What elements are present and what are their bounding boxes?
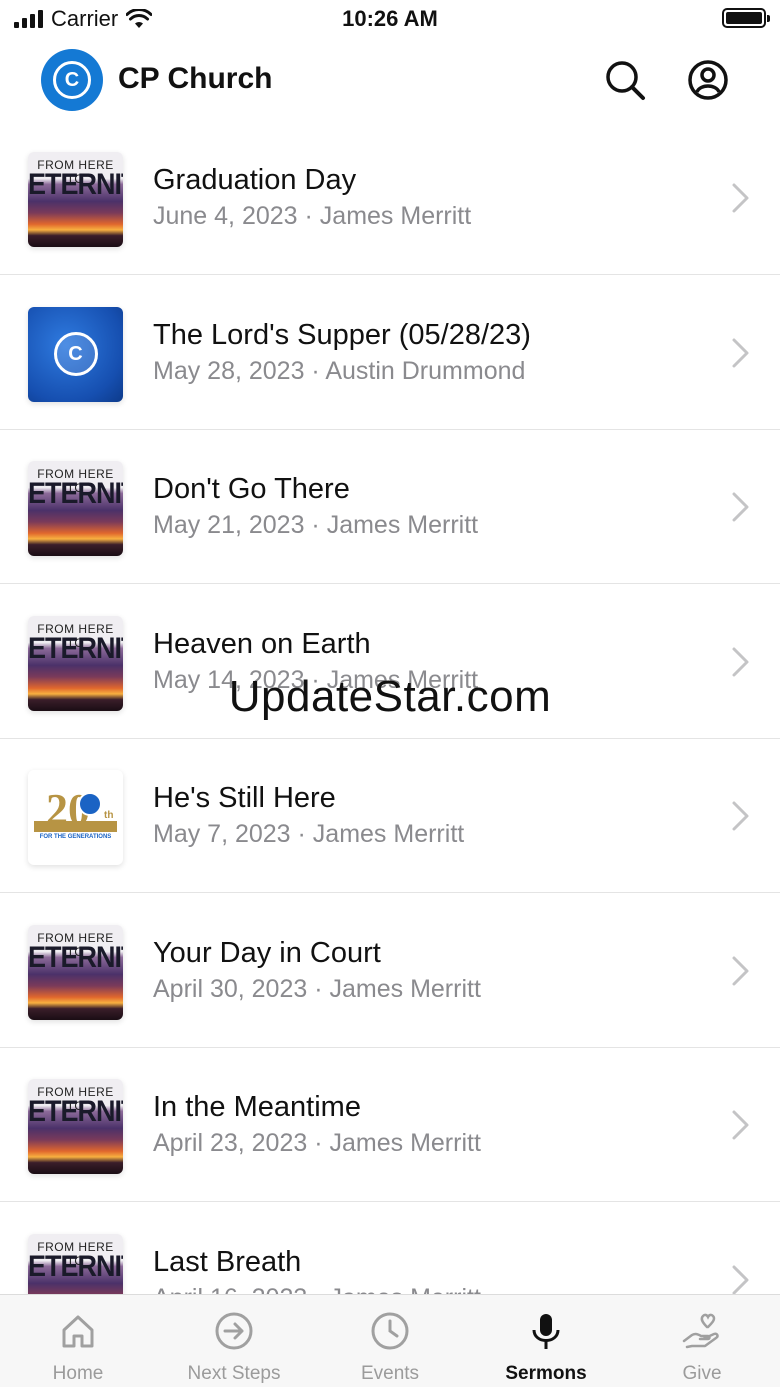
- watermark: UpdateStar.com: [228, 672, 552, 721]
- chevron-right-icon: [732, 956, 749, 985]
- tab-label: Home: [52, 1363, 104, 1384]
- tab-label: Sermons: [505, 1363, 587, 1384]
- chevron-right-icon: [732, 492, 749, 522]
- home-icon: [56, 1309, 100, 1353]
- sermon-title: Graduation Day: [153, 164, 357, 196]
- sermon-row[interactable]: FROM HERE TOETERNITY Last Breath April 16,…: [0, 1202, 780, 1295]
- chevron-right-icon: [732, 1265, 749, 1294]
- artwork-title: ETERNITY: [28, 939, 123, 973]
- chevron-right-icon: [732, 183, 749, 213]
- heart-hand-icon: [680, 1309, 724, 1353]
- artwork-title: ETERNITY: [28, 1094, 123, 1128]
- sermon-artwork: FROM HERE TOETERNITY: [28, 1079, 123, 1174]
- church-logo: C: [41, 49, 103, 111]
- sermon-meta: May 28, 2023 · Austin Drummond: [153, 356, 526, 385]
- logo-mark-icon: C: [53, 61, 91, 99]
- tab-label: Events: [360, 1363, 420, 1384]
- artwork-title: ETERNITY: [28, 1248, 123, 1282]
- sermon-meta: April 23, 2023 · James Merritt: [153, 1129, 481, 1157]
- logo-mark-icon: [78, 792, 102, 816]
- sermon-row[interactable]: FROM HERE TOETERNITY In the Meantime April…: [0, 1047, 780, 1202]
- sermon-title: In the Meantime: [153, 1091, 361, 1123]
- profile-button[interactable]: [686, 58, 730, 102]
- status-time: 10:26 AM: [342, 6, 438, 31]
- sermon-meta: April 16, 2023 · James Merritt: [153, 1284, 481, 1295]
- sermon-artwork: FROM HERE TOETERNITY: [28, 924, 123, 1020]
- sermon-artwork: FROM HERE TOETERNITY: [28, 152, 123, 247]
- tab-events[interactable]: Events: [312, 1295, 468, 1387]
- arrow-circle-icon: [212, 1309, 256, 1353]
- tab-give[interactable]: Give: [624, 1295, 780, 1387]
- app-title: CP Church: [118, 62, 273, 95]
- chevron-right-icon: [732, 801, 749, 831]
- sermon-title: He's Still Here: [153, 782, 336, 814]
- status-bar: Carrier 10:26 AM: [0, 0, 780, 40]
- sermon-meta: May 21, 2023 · James Merritt: [153, 511, 479, 539]
- logo-mark-icon: C: [53, 332, 98, 376]
- tab-label: Next Steps: [187, 1363, 281, 1384]
- sermon-row[interactable]: FROM HERE TOETERNITY Your Day in Court Apr…: [0, 893, 780, 1048]
- sermon-artwork: 20th FOR THE GENERATIONS: [28, 770, 123, 865]
- sermon-artwork: FROM HERE TOETERNITY: [28, 1233, 123, 1294]
- sermon-meta: June 4, 2023 · James Merritt: [153, 202, 472, 230]
- sermon-title: Heaven on Earth: [153, 627, 371, 660]
- chevron-right-icon: [732, 338, 749, 367]
- sermon-title: Your Day in Court: [153, 936, 381, 969]
- search-icon: [606, 61, 645, 100]
- sermon-row[interactable]: 20th FOR THE GENERATIONS He's Still Here Ma…: [0, 738, 780, 893]
- sermon-row[interactable]: FROM HERE TOETERNITY Don't Go There May 21…: [0, 429, 780, 584]
- account-icon: [688, 60, 728, 100]
- tab-next-steps[interactable]: Next Steps: [156, 1295, 312, 1387]
- artwork-title: ETERNITY: [28, 630, 123, 664]
- tab-label: Give: [682, 1363, 722, 1384]
- artwork-title: ETERNITY: [28, 476, 123, 510]
- microphone-icon: [524, 1309, 568, 1353]
- sermon-meta: April 30, 2023 · James Merritt: [153, 974, 481, 1003]
- sermon-artwork: FROM HERE TOETERNITY: [28, 461, 123, 556]
- tab-bar: Home Next Steps Events Sermons Give: [0, 1294, 780, 1387]
- battery-icon: [722, 8, 770, 28]
- sermon-artwork: C: [28, 306, 123, 402]
- artwork-title: ETERNITY: [28, 167, 123, 201]
- anniversary-suffix: th: [104, 810, 114, 821]
- search-button[interactable]: [603, 58, 647, 102]
- sermon-title: The Lord's Supper (05/28/23): [153, 318, 531, 351]
- sermon-title: Last Breath: [153, 1245, 302, 1278]
- sermon-meta: May 7, 2023 · James Merritt: [153, 820, 465, 848]
- tab-sermons[interactable]: Sermons: [468, 1295, 624, 1387]
- chevron-right-icon: [732, 1110, 749, 1140]
- sermon-row[interactable]: C The Lord's Supper (05/28/23) May 28, 202…: [0, 275, 780, 430]
- tab-home[interactable]: Home: [0, 1295, 156, 1387]
- artwork-band: [34, 821, 117, 832]
- app-header: C CP Church: [0, 44, 780, 116]
- sermon-row[interactable]: FROM HERE TOETERNITY Graduation Day June 4…: [0, 120, 780, 275]
- clock-icon: [368, 1309, 412, 1353]
- artwork-tagline: FOR THE GENERATIONS: [39, 834, 112, 840]
- sermon-title: Don't Go There: [153, 473, 350, 505]
